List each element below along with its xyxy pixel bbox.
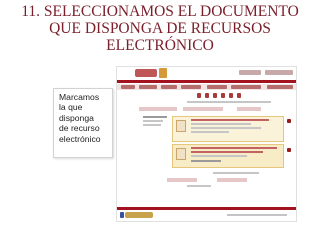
folder-icon[interactable]: [205, 93, 209, 98]
callout-line-2: la que: [59, 102, 83, 113]
result-location: [191, 131, 229, 133]
add-to-list-icon[interactable]: [287, 119, 291, 123]
refine-search-link[interactable]: [139, 107, 177, 111]
result-publisher: [191, 127, 261, 129]
nav-item[interactable]: [139, 85, 157, 89]
facet-item[interactable]: [143, 120, 163, 122]
catalog-footer: [117, 207, 296, 221]
catalog-screenshot: [116, 66, 297, 222]
library-logo-icon: [135, 69, 157, 77]
save-icon[interactable]: [237, 93, 241, 98]
footer-brand-icon: [125, 212, 153, 218]
facet-item[interactable]: [143, 124, 161, 126]
star-icon[interactable]: [229, 93, 233, 98]
next-page-button[interactable]: [217, 178, 247, 182]
header-divider: [117, 80, 296, 83]
prev-page-button[interactable]: [167, 178, 197, 182]
nav-item[interactable]: [231, 85, 261, 89]
nav-item[interactable]: [121, 85, 135, 89]
mail-icon[interactable]: [221, 93, 225, 98]
callout-line-3: disponga: [59, 112, 94, 123]
pagination[interactable]: [213, 172, 259, 174]
result-author: [191, 123, 251, 125]
header-link[interactable]: [239, 70, 261, 75]
header-link[interactable]: [265, 70, 293, 75]
nav-item[interactable]: [267, 85, 293, 89]
add-to-list-icon[interactable]: [287, 148, 291, 152]
results-summary: [187, 101, 271, 103]
slide-title-line-1: 11. SELECCIONAMOS EL DOCUMENTO: [21, 3, 299, 20]
result-title-link[interactable]: [191, 147, 277, 149]
sort-options[interactable]: [183, 107, 223, 111]
menu-icon[interactable]: [197, 93, 201, 98]
catalog-nav-bar: [117, 84, 296, 90]
result-author: [191, 155, 247, 157]
university-crest-icon: [159, 68, 167, 78]
result-title-link[interactable]: [191, 151, 263, 153]
footer-divider: [117, 207, 296, 210]
page-info: [187, 185, 211, 187]
electronic-resource-link[interactable]: [191, 160, 221, 162]
ebook-cover-icon: [176, 148, 186, 160]
nav-item[interactable]: [207, 85, 227, 89]
callout-line-1: Marcamos: [59, 92, 100, 102]
footer-links[interactable]: [227, 214, 287, 216]
slide-title-line-2: QUE DISPONGA DE RECURSOS: [49, 20, 271, 37]
nav-item[interactable]: [181, 85, 201, 89]
nav-item[interactable]: [161, 85, 177, 89]
result-title-link[interactable]: [191, 119, 269, 121]
book-cover-icon: [176, 120, 186, 132]
print-icon[interactable]: [213, 93, 217, 98]
callout-line-5: electrónico: [59, 133, 101, 144]
footer-logo-icon: [120, 212, 124, 218]
callout-box: Marcamos la que disponga de recurso elec…: [53, 88, 113, 158]
facet-heading: [143, 116, 167, 118]
page-selector[interactable]: [237, 107, 261, 111]
callout-line-4: de recurso: [59, 123, 100, 134]
slide-title-line-3: ELECTRÓNICO: [106, 37, 214, 54]
slide-title: 11. SELECCIONAMOS EL DOCUMENTO QUE DISPO…: [0, 3, 320, 54]
